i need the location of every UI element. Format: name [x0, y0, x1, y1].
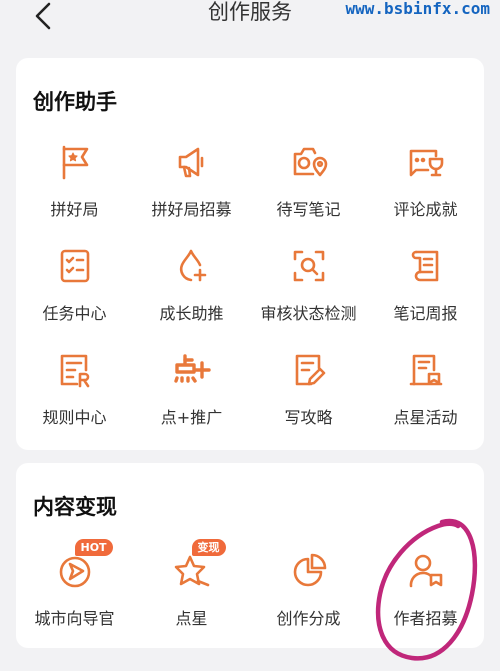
content-monetization-card: 内容变现 HOT 城市向导官 变现 点星 创作分成 作者招募 — [16, 463, 484, 648]
section-title: 内容变现 — [33, 495, 117, 519]
item-comment-achievements[interactable]: 评论成就 — [367, 138, 484, 242]
rules-doc-icon — [55, 350, 95, 390]
item-label: 写攻略 — [284, 408, 333, 427]
item-task-center[interactable]: 任务中心 — [16, 242, 133, 346]
item-label: 评论成就 — [393, 200, 458, 219]
item-label: 城市向导官 — [34, 609, 115, 628]
megaphone-icon — [172, 142, 212, 182]
item-growth-boost[interactable]: 成长助推 — [133, 242, 250, 346]
item-review-status[interactable]: 审核状态检测 — [250, 242, 367, 346]
write-guide-icon — [289, 350, 329, 390]
item-revenue-share[interactable]: 创作分成 — [250, 533, 367, 645]
flag-icon — [55, 142, 95, 182]
growth-drop-icon — [172, 246, 212, 286]
top-bar: 创作服务 www.bsbinfx.com — [0, 0, 500, 44]
item-label: 成长助推 — [159, 304, 224, 323]
assistant-grid: 拼好局 拼好局招募 待写笔记 评论成就 任务中心 成长助推 审核状态检测 笔记周… — [16, 138, 484, 450]
watermark: www.bsbinfx.com — [345, 0, 491, 18]
monetization-grid: HOT 城市向导官 变现 点星 创作分成 作者招募 — [16, 533, 484, 645]
item-label: 作者招募 — [393, 609, 458, 628]
section-title: 创作助手 — [33, 90, 117, 114]
creation-assistant-card: 创作助手 拼好局 拼好局招募 待写笔记 评论成就 任务中心 成长助推 审核状态检… — [16, 58, 484, 450]
monetize-badge: 变现 — [191, 539, 226, 556]
item-dianxing[interactable]: 变现 点星 — [133, 533, 250, 645]
item-pinhaoju-recruit[interactable]: 拼好局招募 — [133, 138, 250, 242]
item-city-guide[interactable]: HOT 城市向导官 — [16, 533, 133, 645]
item-label: 创作分成 — [276, 609, 341, 628]
event-doc-icon — [406, 350, 446, 390]
item-label: 点+推广 — [160, 408, 223, 427]
scan-search-icon — [289, 246, 329, 286]
pie-chart-icon — [289, 551, 329, 591]
item-label: 审核状态检测 — [260, 304, 357, 323]
scroll-icon — [406, 246, 446, 286]
item-pending-notes[interactable]: 待写笔记 — [250, 138, 367, 242]
item-label: 拼好局招募 — [151, 200, 232, 219]
city-guide-icon: HOT — [55, 539, 113, 591]
camera-location-icon — [289, 142, 329, 182]
item-label: 待写笔记 — [276, 200, 341, 219]
checklist-icon — [55, 246, 95, 286]
item-pinhaoju[interactable]: 拼好局 — [16, 138, 133, 242]
item-label: 点星活动 — [393, 408, 458, 427]
item-label: 任务中心 — [42, 304, 107, 323]
hot-badge: HOT — [74, 539, 113, 556]
item-weekly-report[interactable]: 笔记周报 — [367, 242, 484, 346]
star-icon: 变现 — [172, 539, 226, 591]
dian-plus-icon — [172, 350, 212, 390]
item-label: 拼好局 — [50, 200, 99, 219]
item-dianxing-events[interactable]: 点星活动 — [367, 346, 484, 450]
item-write-guide[interactable]: 写攻略 — [250, 346, 367, 450]
item-label: 笔记周报 — [393, 304, 458, 323]
author-recruit-icon — [406, 551, 446, 591]
item-label: 规则中心 — [42, 408, 107, 427]
item-author-recruit[interactable]: 作者招募 — [367, 533, 484, 645]
item-dian-plus-promo[interactable]: 点+推广 — [133, 346, 250, 450]
item-rules-center[interactable]: 规则中心 — [16, 346, 133, 450]
item-label: 点星 — [175, 609, 208, 628]
comment-trophy-icon — [406, 142, 446, 182]
